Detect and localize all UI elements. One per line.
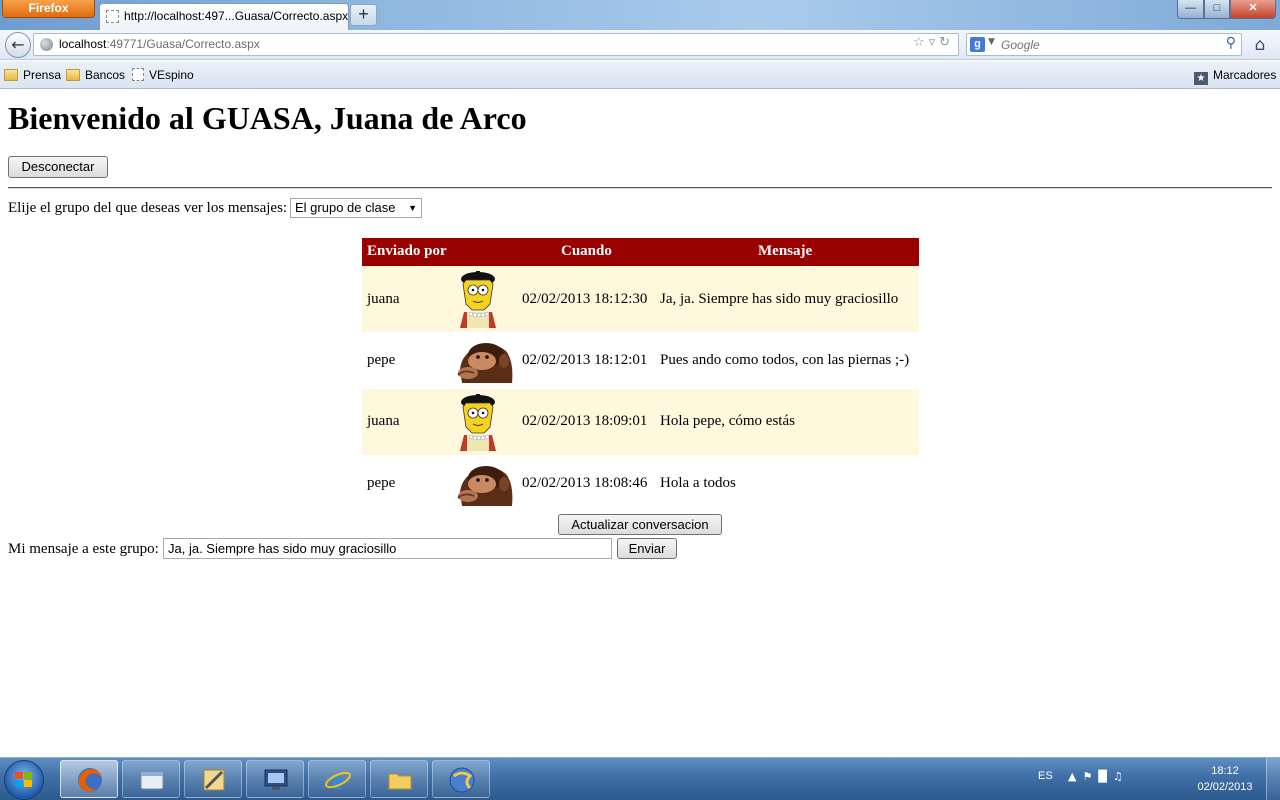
history-dropdown-icon[interactable]: ▿	[929, 35, 940, 50]
globe-icon	[40, 38, 53, 51]
monkey-avatar-icon	[454, 462, 514, 506]
home-icon[interactable]: ⌂	[1250, 35, 1270, 55]
row-message: Ja, ja. Siempre has sido muy graciosillo	[660, 291, 899, 307]
row-when: 02/02/2013 18:09:01	[522, 413, 648, 429]
row-when: 02/02/2013 18:12:30	[522, 291, 648, 307]
minimize-button[interactable]: —	[1177, 0, 1204, 19]
taskbar-file-explorer[interactable]	[370, 760, 428, 798]
bookmarks-star-icon: ★	[1194, 72, 1208, 85]
row-when: 02/02/2013 18:08:46	[522, 475, 648, 491]
page-icon	[132, 68, 144, 81]
start-button[interactable]	[4, 760, 44, 800]
my-message-input[interactable]	[163, 538, 612, 559]
messages-table: Enviado por Cuando Mensaje juana 02/02/2…	[362, 238, 919, 508]
bookmark-prensa[interactable]: Prensa	[4, 68, 61, 82]
svg-text:e: e	[332, 766, 344, 794]
new-tab-button[interactable]: +	[350, 4, 377, 26]
bookmark-star-icon[interactable]: ☆	[913, 35, 929, 50]
taskbar-media-player[interactable]	[432, 760, 490, 798]
window-icon	[140, 771, 164, 790]
folder-icon	[4, 69, 18, 81]
taskbar-visual-studio[interactable]	[246, 760, 304, 798]
windows-logo-icon	[15, 772, 33, 788]
engine-dropdown-icon[interactable]: ▼	[988, 37, 995, 47]
row-message: Hola pepe, cómo estás	[660, 413, 795, 429]
search-bar[interactable]: g ▼ ⚲	[966, 33, 1242, 56]
ie-icon: e	[325, 766, 351, 794]
show-desktop-button[interactable]	[1266, 758, 1280, 800]
row-sender: pepe	[367, 352, 396, 368]
table-row: pepe 02/02/2013 18:12:01 Pues ando como …	[362, 332, 919, 389]
clock-time[interactable]: 18:12	[1196, 765, 1254, 777]
browser-title-bar: Firefox http://localhost:497...Guasa/Cor…	[0, 0, 1280, 30]
row-sender: juana	[367, 413, 400, 429]
firefox-icon	[78, 768, 102, 792]
group-select[interactable]: El grupo de clase ▼	[290, 198, 422, 218]
google-engine-icon[interactable]: g	[970, 37, 985, 52]
row-sender: juana	[367, 291, 400, 307]
tab-title: http://localhost:497...Guasa/Correcto.as…	[124, 9, 349, 23]
send-button[interactable]: Enviar	[617, 538, 677, 559]
page-title: Bienvenido al GUASA, Juana de Arco	[8, 100, 527, 136]
search-input[interactable]	[1001, 36, 1211, 53]
browser-tab[interactable]: http://localhost:497...Guasa/Correcto.as…	[99, 3, 349, 30]
row-sender: pepe	[367, 475, 396, 491]
url-bar[interactable]: localhost:49771/Guasa/Correcto.aspx ☆▿↻	[33, 33, 959, 56]
taskbar-tools[interactable]	[184, 760, 242, 798]
close-window-button[interactable]: ✕	[1230, 0, 1276, 19]
network-icon[interactable]: █	[1098, 770, 1112, 783]
language-indicator[interactable]: ES	[1038, 770, 1053, 782]
url-bar-actions: ☆▿↻	[913, 35, 954, 50]
row-when: 02/02/2013 18:12:01	[522, 352, 648, 368]
navigation-toolbar: ← localhost:49771/Guasa/Correcto.aspx ☆▿…	[0, 30, 1280, 60]
search-magnifier-icon[interactable]: ⚲	[1226, 35, 1236, 51]
back-arrow-icon[interactable]: ←	[5, 32, 31, 58]
row-message: Pues ando como todos, con las piernas ;-…	[660, 352, 910, 368]
flag-icon[interactable]: ⚑	[1082, 770, 1098, 783]
maximize-button[interactable]: □	[1204, 0, 1230, 19]
taskbar: e ES ▲⚑█♫ 18:12 02/02/2013	[0, 757, 1280, 800]
tools-icon	[203, 769, 225, 791]
folder-icon	[388, 773, 412, 790]
globe-app-icon	[449, 767, 475, 793]
taskbar-internet-explorer[interactable]: e	[308, 760, 366, 798]
header-sender: Enviado por	[367, 243, 447, 259]
url-text: localhost:49771/Guasa/Correcto.aspx	[59, 37, 260, 51]
taskbar-explorer-window[interactable]	[122, 760, 180, 798]
bookmark-bancos[interactable]: Bancos	[66, 68, 125, 82]
divider	[8, 187, 1272, 189]
table-header: Enviado por Cuando Mensaje	[362, 238, 919, 266]
bookmark-vespino[interactable]: VEspino	[132, 68, 194, 82]
taskbar-firefox[interactable]	[60, 760, 118, 798]
header-message: Mensaje	[758, 243, 813, 259]
page-content: Bienvenido al GUASA, Juana de Arco Desco…	[0, 90, 1280, 757]
volume-icon[interactable]: ♫	[1113, 770, 1129, 783]
monitor-icon	[264, 769, 288, 790]
row-message: Hola a todos	[660, 475, 736, 491]
monkey-avatar-icon	[454, 339, 514, 383]
table-row: juana	[362, 266, 919, 332]
page-favicon-icon	[106, 10, 119, 23]
bookmarks-menu[interactable]: ★ Marcadores	[1194, 68, 1276, 85]
folder-icon	[66, 69, 80, 81]
lisa-avatar-icon	[454, 393, 502, 451]
system-tray: ▲⚑█♫	[1068, 770, 1129, 783]
show-hidden-icons-icon[interactable]: ▲	[1068, 770, 1082, 783]
bookmarks-toolbar: Prensa Bancos VEspino ★ Marcadores	[0, 61, 1280, 89]
table-row: pepe 02/02/2013 18:08:46 Hola a todos	[362, 455, 919, 508]
refresh-conversation-button[interactable]: Actualizar conversacion	[558, 514, 722, 535]
firefox-menu-button[interactable]: Firefox	[2, 0, 95, 18]
my-message-label: Mi mensaje a este grupo:	[8, 541, 159, 557]
reload-icon[interactable]: ↻	[939, 35, 954, 50]
lisa-avatar-icon	[454, 270, 502, 328]
disconnect-button[interactable]: Desconectar	[8, 156, 108, 178]
table-row: juana	[362, 389, 919, 455]
chevron-down-icon: ▼	[408, 203, 417, 213]
clock-date[interactable]: 02/02/2013	[1196, 781, 1254, 793]
group-select-label: Elije el grupo del que deseas ver los me…	[8, 200, 288, 216]
header-when: Cuando	[561, 243, 612, 259]
